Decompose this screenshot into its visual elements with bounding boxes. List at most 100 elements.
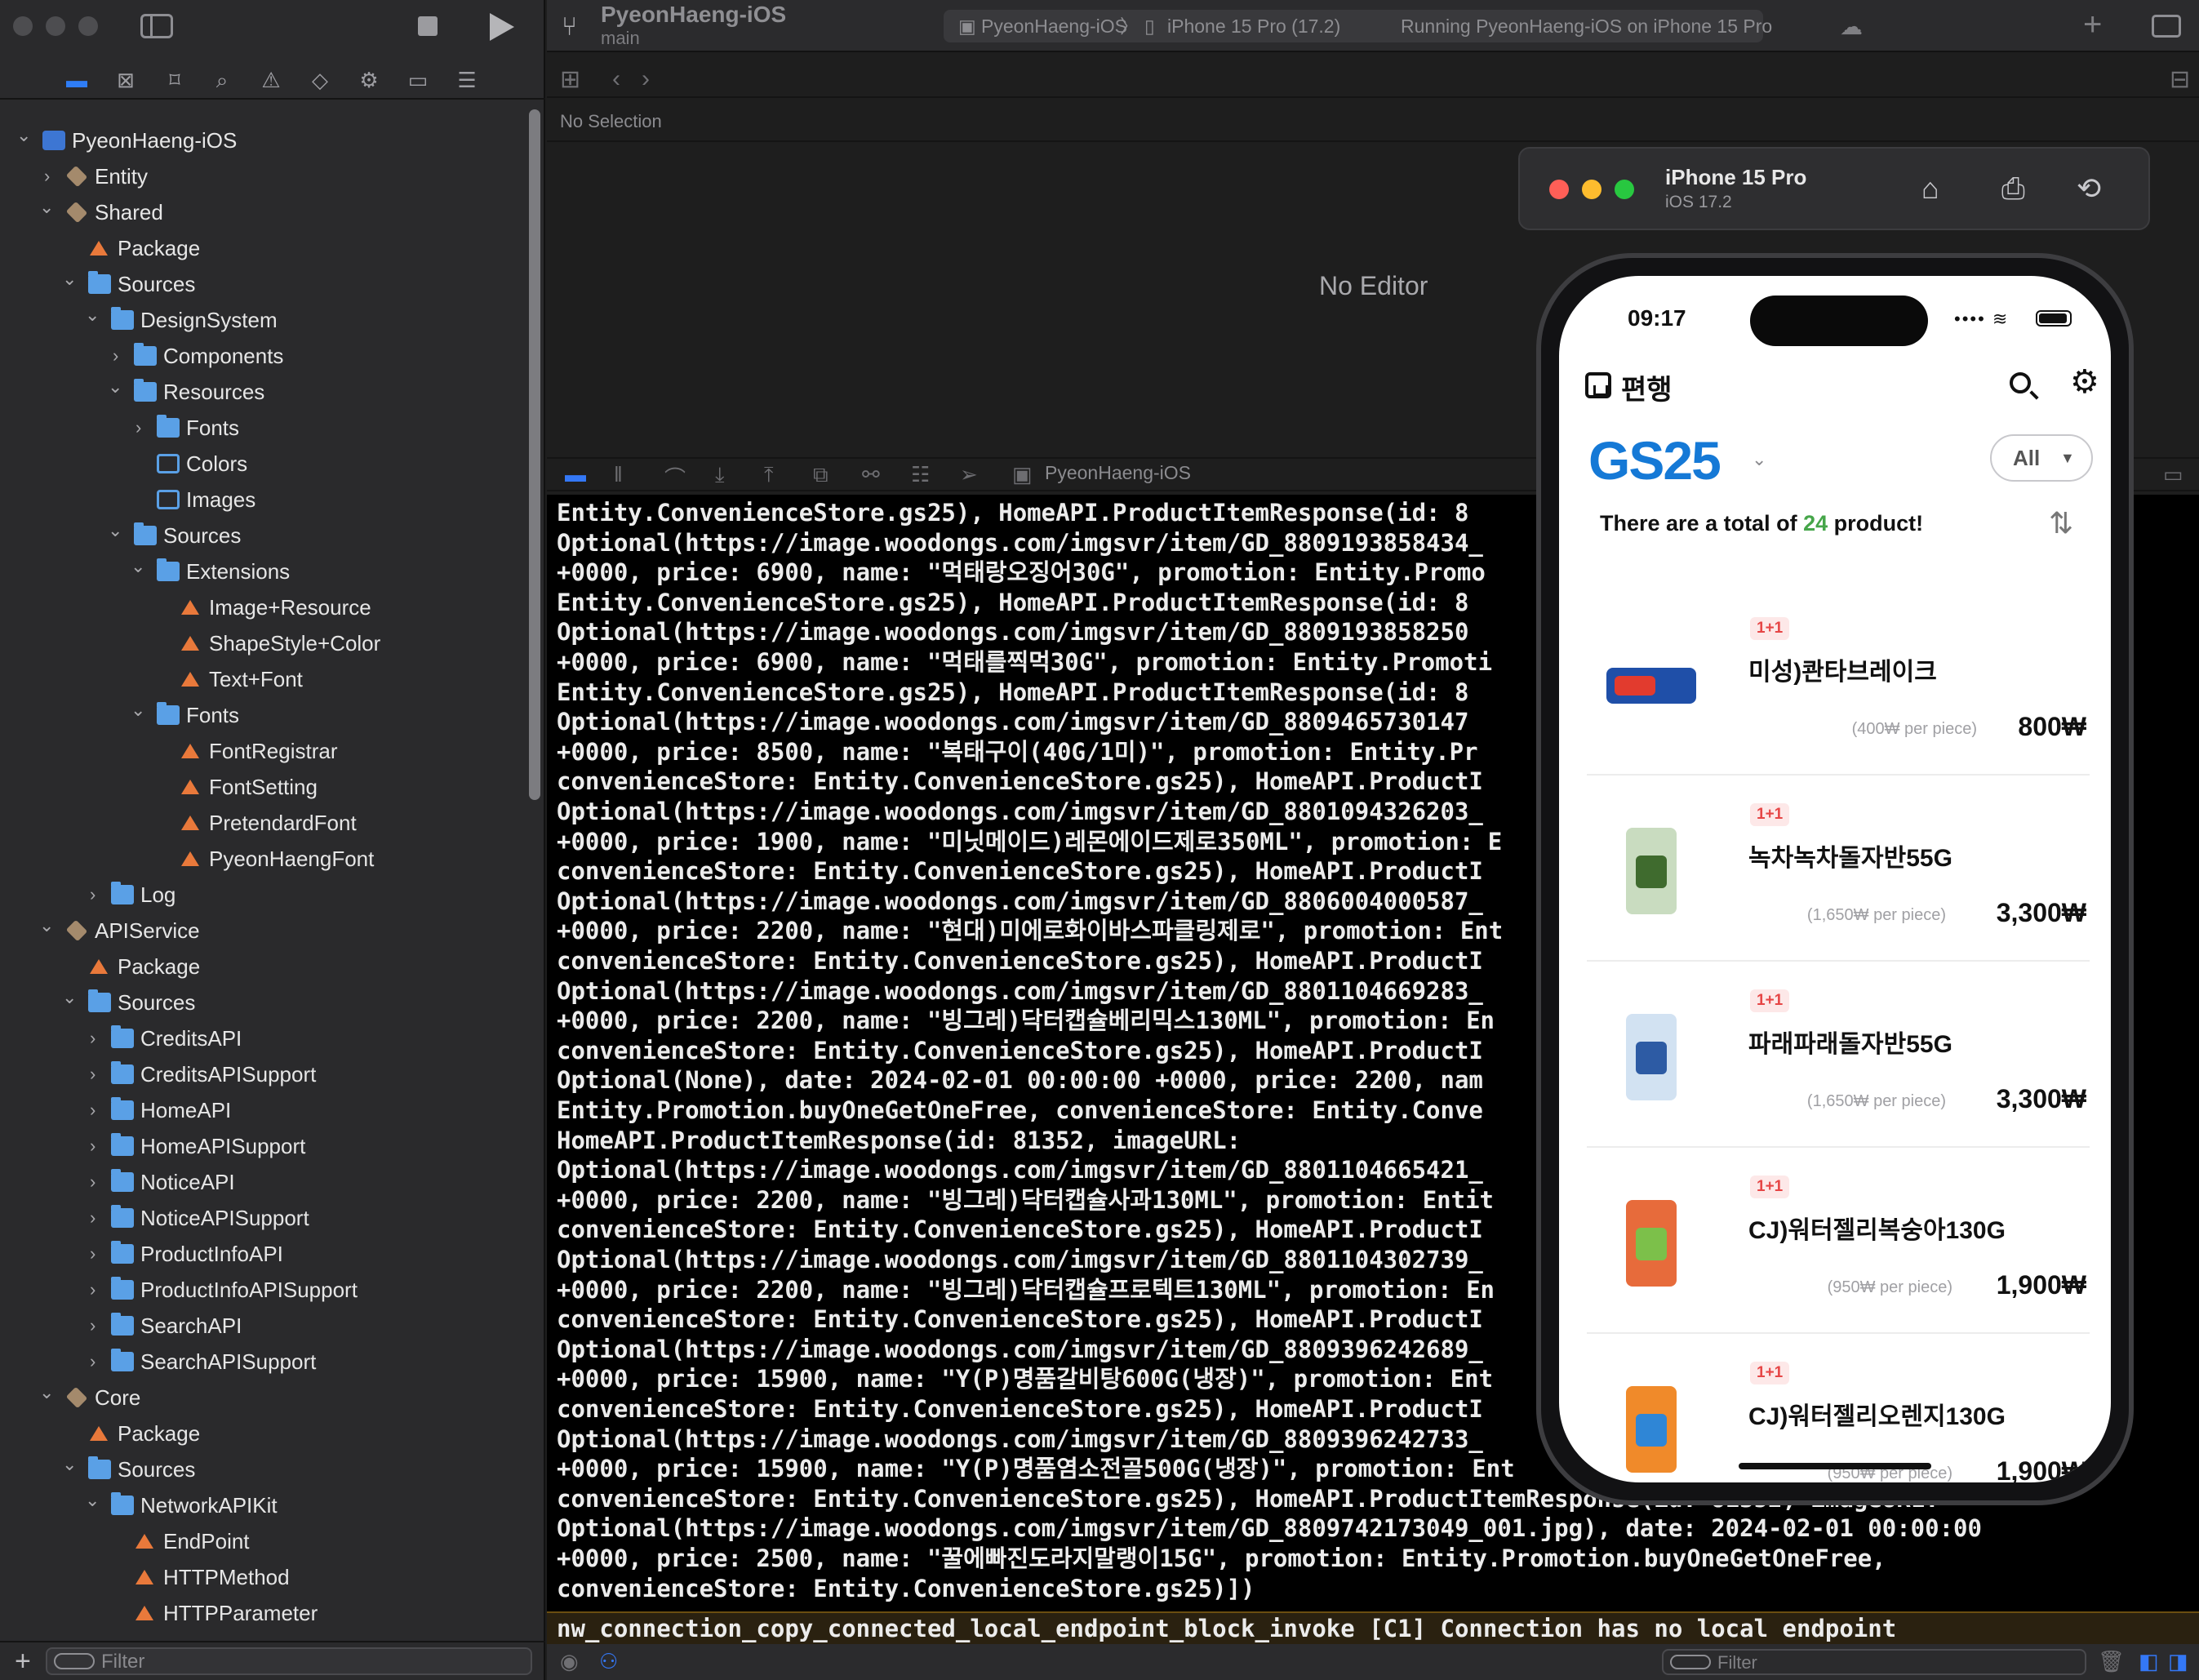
tree-item-noticeapi[interactable]: › NoticeAPI	[0, 1164, 531, 1200]
find-icon[interactable]: ⌕	[209, 67, 235, 93]
simulator-minimize-button[interactable]	[1582, 180, 1601, 199]
chevron-right-icon[interactable]: ›	[90, 1056, 108, 1092]
product-card[interactable]: 1+1 녹차녹차돌자반55G (1,650₩ per piece) 3,300₩	[1587, 777, 2090, 962]
tree-item-endpoint[interactable]: EndPoint	[0, 1523, 531, 1559]
tree-item-sources[interactable]: ⌄ Sources	[0, 266, 531, 302]
chevron-right-icon[interactable]: ›	[90, 1020, 108, 1056]
tree-item-creditsapi[interactable]: › CreditsAPI	[0, 1020, 531, 1056]
chevron-down-icon[interactable]: ⌄	[39, 189, 57, 225]
product-card[interactable]: 1+1 CJ)워터젤리복숭아130G (950₩ per piece) 1,900₩	[1587, 1149, 2090, 1334]
back-icon[interactable]: ‹	[612, 65, 620, 93]
step-out-icon[interactable]: ⤒	[764, 462, 774, 488]
tree-item-colors[interactable]: Colors	[0, 446, 531, 482]
chevron-right-icon[interactable]: ›	[90, 1164, 108, 1200]
cloud-status-icon[interactable]: ☁	[1840, 13, 1863, 40]
filter-options-icon[interactable]	[1670, 1655, 1711, 1669]
tree-item-creditsapisupport[interactable]: › CreditsAPISupport	[0, 1056, 531, 1092]
zoom-window-button[interactable]	[78, 16, 98, 36]
tree-item-searchapi[interactable]: › SearchAPI	[0, 1308, 531, 1344]
search-icon[interactable]	[2010, 372, 2031, 393]
bookmark-icon[interactable]: ⌑	[162, 67, 188, 93]
chevron-down-icon[interactable]: ⌄	[62, 261, 80, 297]
test-icon[interactable]: ◇	[307, 67, 333, 93]
breakpoint-icon[interactable]: ▭	[405, 67, 431, 93]
chevron-right-icon[interactable]: ›	[90, 1200, 108, 1236]
trash-icon[interactable]: 🗑	[2098, 1649, 2125, 1674]
tree-item-sources[interactable]: ⌄ Sources	[0, 1451, 531, 1487]
memory-graph-icon[interactable]: ⚯	[862, 462, 880, 487]
chevron-right-icon[interactable]: ›	[90, 877, 108, 913]
tree-item-fonts[interactable]: ⌄ Fonts	[0, 697, 531, 733]
tree-item-apiservice[interactable]: ⌄ APIService	[0, 913, 531, 949]
rotate-icon[interactable]: ⟲	[2077, 171, 2101, 206]
forward-icon[interactable]: ›	[642, 65, 650, 93]
chevron-down-icon[interactable]: ⌄	[85, 297, 103, 333]
split-left-icon[interactable]: ◧	[2139, 1649, 2159, 1674]
location-icon[interactable]: ➢	[960, 462, 978, 487]
chevron-down-icon[interactable]: ⌄	[108, 513, 126, 549]
minimize-window-button[interactable]	[46, 16, 65, 36]
debug-icon[interactable]: ⚙	[356, 67, 382, 93]
inspector-toggle-icon[interactable]	[2152, 15, 2181, 38]
chevron-right-icon[interactable]: ›	[90, 1308, 108, 1344]
tree-item-components[interactable]: › Components	[0, 338, 531, 374]
chevron-right-icon[interactable]: ›	[135, 410, 153, 446]
screenshot-icon[interactable]: ⎙	[2001, 171, 2025, 207]
store-selector[interactable]: GS25	[1588, 429, 1721, 491]
chevron-down-icon[interactable]: ⌄	[39, 1375, 57, 1411]
product-card[interactable]: 1+1 파래파래돌자반55G (1,650₩ per piece) 3,300₩	[1587, 963, 2090, 1148]
tree-item-image-resource[interactable]: Image+Resource	[0, 589, 531, 625]
pause-icon[interactable]: ‖	[614, 462, 623, 487]
chevron-down-icon[interactable]: ⌄	[62, 1447, 80, 1482]
simulator-zoom-button[interactable]	[1615, 180, 1634, 199]
tree-item-pretendardfont[interactable]: PretendardFont	[0, 805, 531, 841]
tree-item-httpmethod[interactable]: HTTPMethod	[0, 1559, 531, 1595]
tree-item-text-font[interactable]: Text+Font	[0, 661, 531, 697]
jump-bar-path[interactable]: No Selection	[560, 111, 662, 132]
library-add-icon[interactable]: +	[2083, 7, 2102, 43]
sidebar-toggle-icon[interactable]	[140, 14, 173, 38]
step-into-icon[interactable]: ⤓	[715, 462, 725, 488]
tree-item-sources[interactable]: ⌄ Sources	[0, 518, 531, 553]
branch-name[interactable]: main	[601, 28, 640, 49]
console-filter-input[interactable]: Filter	[1662, 1649, 2086, 1675]
tree-item-extensions[interactable]: ⌄ Extensions	[0, 553, 531, 589]
tree-item-pyeonhaengfont[interactable]: PyeonHaengFont	[0, 841, 531, 877]
tree-item-log[interactable]: › Log	[0, 877, 531, 913]
sort-icon[interactable]: ⇅	[2049, 506, 2073, 540]
close-window-button[interactable]	[13, 16, 33, 36]
run-icon[interactable]	[490, 13, 514, 41]
chevron-right-icon[interactable]: ›	[90, 1344, 108, 1380]
chevron-right-icon[interactable]: ›	[90, 1128, 108, 1164]
tree-item-images[interactable]: Images	[0, 482, 531, 518]
chevron-down-icon[interactable]: ⌄	[131, 692, 149, 728]
chevron-down-icon[interactable]: ⌄	[108, 369, 126, 405]
tree-item-searchapisupport[interactable]: › SearchAPISupport	[0, 1344, 531, 1380]
scheme-name[interactable]: PyeonHaeng-iOS	[981, 10, 1127, 42]
run-destination[interactable]: iPhone 15 Pro (17.2)	[1167, 10, 1340, 42]
tree-item-shapestyle-color[interactable]: ShapeStyle+Color	[0, 625, 531, 661]
debug-target[interactable]: PyeonHaeng-iOS	[1045, 462, 1191, 484]
product-card[interactable]: 1+1 미성)콴타브레이크 (400₩ per piece) 800₩	[1587, 591, 2090, 776]
scheme-activity-bar[interactable]: ▣ PyeonHaeng-iOS 〉 ▯ iPhone 15 Pro (17.2…	[944, 10, 1772, 42]
sidebar-scrollbar[interactable]	[529, 109, 540, 800]
add-editor-icon[interactable]: ⊟	[2170, 65, 2190, 94]
tree-item-core[interactable]: ⌄ Core	[0, 1380, 531, 1416]
tree-item-entity[interactable]: › Entity	[0, 158, 531, 194]
stop-icon[interactable]	[418, 16, 438, 36]
promotion-filter-button[interactable]: All ▼	[1990, 434, 2093, 482]
tree-item-designsystem[interactable]: ⌄ DesignSystem	[0, 302, 531, 338]
console-layout-icon[interactable]: ▭	[2163, 462, 2183, 487]
tree-item-networkapikit[interactable]: ⌄ NetworkAPIKit	[0, 1487, 531, 1523]
chevron-down-icon[interactable]: ⌄	[131, 549, 149, 584]
report-icon[interactable]: ☰	[454, 67, 480, 93]
chevron-right-icon[interactable]: ›	[90, 1092, 108, 1128]
chevron-down-icon[interactable]: ⌄	[39, 908, 57, 944]
tree-item-resources[interactable]: ⌄ Resources	[0, 374, 531, 410]
app-screen[interactable]: 09:17 •••• ≋ 편행 ⚙ GS25 ⌄ All ▼ There are…	[1559, 276, 2111, 1482]
tree-item-fontregistrar[interactable]: FontRegistrar	[0, 733, 531, 769]
chevron-down-icon[interactable]: ⌄	[62, 980, 80, 1016]
split-right-icon[interactable]: ◨	[2168, 1649, 2188, 1674]
tree-item-pyeonhaeng-ios[interactable]: ⌄ PyeonHaeng-iOS	[0, 122, 531, 158]
tree-item-sources[interactable]: ⌄ Sources	[0, 984, 531, 1020]
